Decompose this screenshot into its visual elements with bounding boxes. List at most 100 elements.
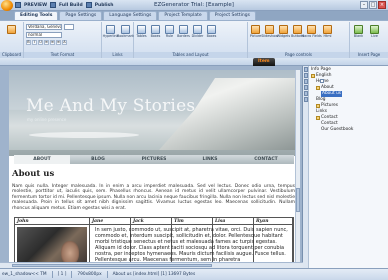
style-select[interactable]: normal	[26, 32, 62, 38]
page-tree: Info Page English Home About About us Bl…	[311, 67, 388, 133]
window-title: EZGenerator Trial: [Example]	[154, 2, 234, 8]
tab-project-settings[interactable]: Project Settings	[208, 11, 256, 20]
slideshow-icon	[265, 25, 274, 34]
title-bar: PREVIEW Full Build Publish EZGenerator T…	[0, 0, 388, 11]
rule-button[interactable]: Rule	[163, 25, 176, 39]
buttons-icon	[293, 25, 302, 34]
tables-button[interactable]: Tables	[135, 25, 148, 39]
underline-icon[interactable]: U	[38, 40, 43, 45]
scroll-thumb[interactable]	[296, 188, 300, 212]
tool-icon[interactable]	[304, 85, 308, 90]
maximize-icon[interactable]: □	[369, 1, 377, 9]
editor-area: Item Me And My Stories my online presenc…	[0, 58, 303, 268]
bookmark-button[interactable]: Bookmark	[117, 25, 134, 39]
page-heading[interactable]: About us	[12, 169, 54, 179]
ribbon-tabs: Editing Tools Page Settings Language Set…	[14, 11, 256, 20]
table-icon	[137, 25, 146, 34]
intro-paragraph[interactable]: Nam quis nulla. Integer malesuada. In in…	[12, 184, 295, 211]
boxes-button[interactable]: Boxes	[149, 25, 162, 39]
tool-icon[interactable]	[304, 79, 308, 84]
status-size: 790x800px	[77, 272, 102, 277]
table-header-cell: John	[15, 218, 89, 225]
box-icon	[207, 25, 216, 34]
tab-language-settings[interactable]: Language Settings	[103, 11, 158, 20]
wave-image	[29, 132, 139, 138]
editor-item-badge[interactable]: Item	[253, 58, 275, 66]
nav-links[interactable]: LINKS	[182, 155, 238, 164]
paste-button[interactable]	[5, 25, 18, 34]
folder-icon	[311, 74, 315, 78]
slideshow-button[interactable]: Slideshow	[261, 25, 278, 39]
table-header-cell: Lisa	[213, 218, 253, 225]
nav-contact[interactable]: CONTACT	[238, 155, 294, 164]
portrait-image	[17, 227, 87, 265]
close-icon[interactable]: ×	[378, 1, 386, 9]
status-divider	[71, 271, 73, 278]
page-icon	[320, 79, 324, 83]
editor-vertical-scrollbar[interactable]	[295, 70, 300, 263]
folder-icon	[316, 86, 320, 90]
hyperlink-button[interactable]: Hyperlink	[103, 25, 118, 39]
scroll-thumb[interactable]	[12, 264, 212, 267]
tool-icon[interactable]	[304, 67, 308, 72]
italic-icon[interactable]: I	[32, 40, 37, 45]
picture-button[interactable]: Picture	[249, 25, 262, 39]
window-controls: – □ ×	[360, 1, 386, 9]
nav-blog[interactable]: BLOG	[70, 155, 126, 164]
divider-button[interactable]: Divider	[191, 25, 204, 39]
bookmark-icon	[121, 25, 130, 34]
status-page-info: About us [index.html] [1] 13697 Bytes	[112, 272, 196, 277]
table-header-cell: Ryan	[254, 218, 292, 225]
team-table[interactable]: John Jane Jack Tim Lisa Ryan In sem just…	[14, 217, 294, 265]
tool-icon[interactable]	[304, 73, 308, 78]
status-zoom: [ 1 ]	[57, 272, 67, 277]
blank-page-icon	[354, 25, 363, 34]
editor-toolbar: Item	[0, 58, 303, 66]
clipboard-group: Clipboard	[0, 22, 24, 58]
align-left-icon[interactable]: ≡	[44, 40, 49, 45]
status-element: ew_1_shadow<< TM	[2, 272, 47, 277]
font-color-icon[interactable]: A	[62, 40, 67, 45]
align-center-icon[interactable]: ≡	[50, 40, 55, 45]
nav-about[interactable]: ABOUT	[14, 155, 70, 164]
widgets-button[interactable]: Widgets	[277, 25, 290, 39]
html-button[interactable]: Html	[321, 25, 334, 39]
font-name-select[interactable]: Verdana, Geneva,	[26, 24, 62, 30]
live-page-icon	[370, 25, 379, 34]
boxes-button-2[interactable]: Boxes	[205, 25, 218, 39]
text-format-group: Verdana, Geneva, normal B I U ≡ ≡ ≡ A Te…	[24, 22, 102, 58]
table-header-cell: Tim	[172, 218, 212, 225]
hyperlink-icon	[106, 25, 115, 34]
site-subtitle: my online presence	[27, 117, 67, 122]
table-header-cell: Jack	[131, 218, 171, 225]
minimize-icon[interactable]: –	[360, 1, 368, 9]
bold-icon[interactable]: B	[26, 40, 31, 45]
table-body-text: In sem justo, commodo ut, suscipit at, p…	[95, 227, 288, 263]
tree-item-guestbook[interactable]: Our Guestbook	[311, 79, 388, 133]
blank-page-button[interactable]: Blank	[352, 25, 365, 39]
tab-editing-tools[interactable]: Editing Tools	[14, 11, 59, 20]
tab-page-settings[interactable]: Page Settings	[59, 11, 103, 20]
table-column: John	[15, 218, 90, 265]
status-divider	[106, 271, 108, 278]
macro-fields-button[interactable]: Macro Fields	[301, 25, 322, 39]
site-nav: ABOUT BLOG PICTURES LINKS CONTACT	[14, 155, 294, 164]
status-divider	[51, 271, 53, 278]
ribbon: Clipboard Verdana, Geneva, normal B I U …	[0, 20, 388, 58]
table-header-cell: Jane	[90, 218, 130, 225]
status-bar: ew_1_shadow<< TM [ 1 ] 790x800px About u…	[0, 268, 388, 280]
live-page-button[interactable]: Live	[368, 25, 381, 39]
page-canvas[interactable]: Me And My Stories my online presence ABO…	[9, 70, 299, 265]
folder-icon	[316, 116, 320, 120]
header-banner: Me And My Stories my online presence	[9, 70, 299, 156]
tab-project-template[interactable]: Project Template	[158, 11, 208, 20]
insert-page-group: Blank Live Insert Page	[350, 22, 388, 58]
tool-icon[interactable]	[304, 97, 308, 102]
nav-pictures[interactable]: PICTURES	[126, 155, 182, 164]
page-controls-group: Picture Slideshow Widgets Buttons Macro …	[248, 22, 350, 58]
font-size-select[interactable]	[64, 24, 74, 30]
align-right-icon[interactable]: ≡	[56, 40, 61, 45]
tool-icon[interactable]	[304, 91, 308, 96]
borders-button[interactable]: Borders	[177, 25, 190, 39]
divider-icon	[193, 25, 202, 34]
